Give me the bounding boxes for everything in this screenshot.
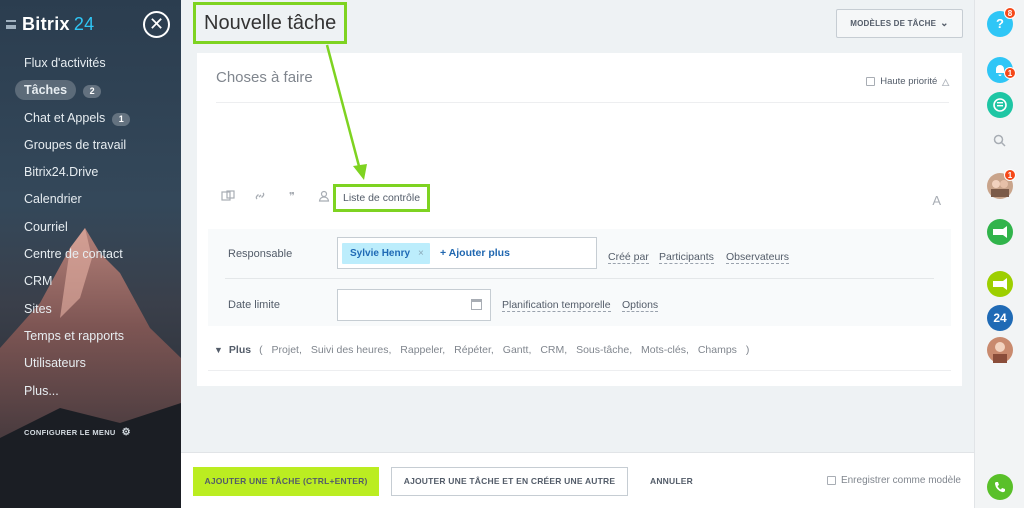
field-custom-fields[interactable]: Champs — [698, 344, 737, 356]
high-priority-toggle[interactable]: Haute priorité 🜂 — [866, 71, 950, 92]
task-card: Choses à faire Haute priorité 🜂 ❞ Liste … — [197, 53, 962, 386]
calendar-icon[interactable] — [471, 299, 482, 310]
task-form-area: Nouvelle tâche MODÈLES DE TÂCHE ⌄ Choses … — [181, 0, 974, 508]
task-details-panel: Responsable Sylvie Henry × + Ajouter plus… — [208, 229, 951, 326]
task-templates-button[interactable]: MODÈLES DE TÂCHE ⌄ — [836, 9, 963, 38]
gear-icon: ⚙ — [121, 427, 131, 438]
sidebar-item-more[interactable]: Plus... — [0, 378, 181, 405]
hamburger-menu-icon[interactable] — [6, 20, 16, 29]
responsible-field[interactable]: Sylvie Henry × + Ajouter plus — [337, 237, 597, 269]
right-toolbar: ? 8 1 1 24 — [974, 0, 1024, 508]
chat-count-badge: 1 — [112, 112, 131, 126]
sidebar-item-sites[interactable]: Sites — [0, 296, 181, 323]
save-as-template-toggle[interactable]: Enregistrer comme modèle — [826, 475, 961, 486]
field-remind[interactable]: Rappeler, — [400, 344, 445, 356]
add-task-button[interactable]: AJOUTER UNE TÂCHE (CTRL+ENTER) — [193, 467, 379, 496]
sidebar-item-drive[interactable]: Bitrix24.Drive — [0, 159, 181, 186]
task-title-input[interactable]: Choses à faire — [216, 69, 313, 86]
mention-user-icon[interactable] — [317, 190, 331, 204]
sidebar-menu: Flux d'activités Tâches 2 Chat et Appels 1… — [0, 50, 181, 405]
deadline-label: Date limite — [228, 299, 280, 311]
page-title: Nouvelle tâche — [193, 2, 348, 44]
time-planning-link[interactable]: Planification temporelle — [502, 299, 611, 312]
deadline-input[interactable] — [337, 289, 491, 321]
form-footer: AJOUTER UNE TÂCHE (CTRL+ENTER) AJOUTER U… — [181, 452, 974, 508]
tasks-count-badge: 2 — [83, 85, 102, 99]
created-by-link[interactable]: Créé par — [608, 251, 649, 264]
field-gantt[interactable]: Gantt, — [503, 344, 532, 356]
high-priority-checkbox[interactable] — [866, 77, 876, 86]
attach-file-icon[interactable] — [221, 190, 235, 204]
editor-toolbar: ❞ — [221, 190, 349, 204]
close-slider-button[interactable]: ✕ — [143, 11, 170, 38]
sidebar-item-contact-center[interactable]: Centre de contact — [0, 241, 181, 268]
field-repeat[interactable]: Répéter, — [454, 344, 494, 356]
chevron-down-icon: ⌄ — [940, 18, 949, 29]
field-subtask[interactable]: Sous-tâche, — [576, 344, 632, 356]
sidebar-item-time-reports[interactable]: Temps et rapports — [0, 323, 181, 350]
left-sidebar: Bitrix 24 Flux d'activités Tâches 2 Chat e… — [0, 0, 181, 508]
open-lines-icon[interactable] — [987, 219, 1013, 245]
field-project[interactable]: Projet, — [272, 344, 302, 356]
more-fields-list: ( Projet, Suivi des heures, Rappeler, Ré… — [259, 344, 750, 356]
configure-menu-link[interactable]: CONFIGURER LE MENU ⚙ — [24, 427, 131, 438]
feed-icon[interactable] — [987, 92, 1013, 118]
checklist-button[interactable]: Liste de contrôle — [333, 184, 431, 212]
bell-icon[interactable]: 1 — [987, 57, 1016, 83]
more-fields-toggle[interactable]: Plus — [229, 344, 251, 356]
cancel-button[interactable]: ANNULER — [650, 476, 693, 486]
sidebar-item-activity-stream[interactable]: Flux d'activités — [0, 50, 181, 77]
help-badge: 8 — [1004, 7, 1016, 19]
sidebar-item-users[interactable]: Utilisateurs — [0, 350, 181, 377]
help-icon[interactable]: ? 8 — [987, 7, 1016, 37]
contacts-badge: 1 — [1004, 169, 1016, 181]
sidebar-item-tasks[interactable]: Tâches 2 — [0, 77, 181, 104]
notification-badge: 1 — [1004, 67, 1016, 79]
sidebar-item-chat[interactable]: Chat et Appels 1 — [0, 105, 181, 132]
add-and-create-another-button[interactable]: AJOUTER UNE TÂCHE ET EN CRÉER UNE AUTRE — [391, 467, 628, 496]
remove-person-icon[interactable]: × — [418, 248, 424, 259]
observers-link[interactable]: Observateurs — [726, 251, 790, 264]
add-more-link[interactable]: + Ajouter plus — [440, 247, 510, 259]
save-as-template-checkbox[interactable] — [826, 476, 836, 485]
bitrix-logo[interactable]: Bitrix 24 — [22, 14, 94, 35]
fire-icon: 🜂 — [941, 78, 950, 89]
search-icon[interactable] — [993, 134, 1006, 150]
person-chip[interactable]: Sylvie Henry × — [342, 243, 430, 264]
participants-link[interactable]: Participants — [659, 251, 714, 264]
person-chip-name: Sylvie Henry — [350, 248, 411, 259]
save-as-template-label: Enregistrer comme modèle — [840, 475, 961, 486]
field-time-tracking[interactable]: Suivi des heures, — [311, 344, 392, 356]
field-tags[interactable]: Mots-clés, — [641, 344, 689, 356]
text-format-icon[interactable]: A — [932, 193, 941, 208]
user-avatar[interactable] — [987, 337, 1013, 363]
sidebar-item-crm[interactable]: CRM — [0, 268, 181, 295]
sidebar-header: Bitrix 24 — [6, 14, 94, 35]
more-fields-row[interactable]: ▼ Plus ( Projet, Suivi des heures, Rappe… — [214, 344, 755, 356]
contacts-avatar[interactable]: 1 — [987, 169, 1016, 199]
sidebar-item-calendar[interactable]: Calendrier — [0, 186, 181, 213]
bitrix24-icon[interactable]: 24 — [987, 305, 1013, 331]
sidebar-item-mail[interactable]: Courriel — [0, 214, 181, 241]
link-icon[interactable] — [253, 190, 267, 204]
divider — [225, 278, 934, 279]
options-link[interactable]: Options — [622, 299, 659, 312]
responsible-label: Responsable — [228, 248, 293, 260]
quote-icon[interactable]: ❞ — [285, 190, 299, 204]
field-crm[interactable]: CRM, — [540, 344, 567, 356]
sidebar-item-workgroups[interactable]: Groupes de travail — [0, 132, 181, 159]
high-priority-label: Haute priorité — [880, 76, 938, 87]
chevron-down-icon: ▼ — [214, 345, 223, 355]
megaphone-icon[interactable] — [987, 271, 1013, 297]
phone-icon[interactable] — [987, 474, 1013, 500]
divider — [216, 102, 949, 103]
divider — [208, 370, 951, 371]
